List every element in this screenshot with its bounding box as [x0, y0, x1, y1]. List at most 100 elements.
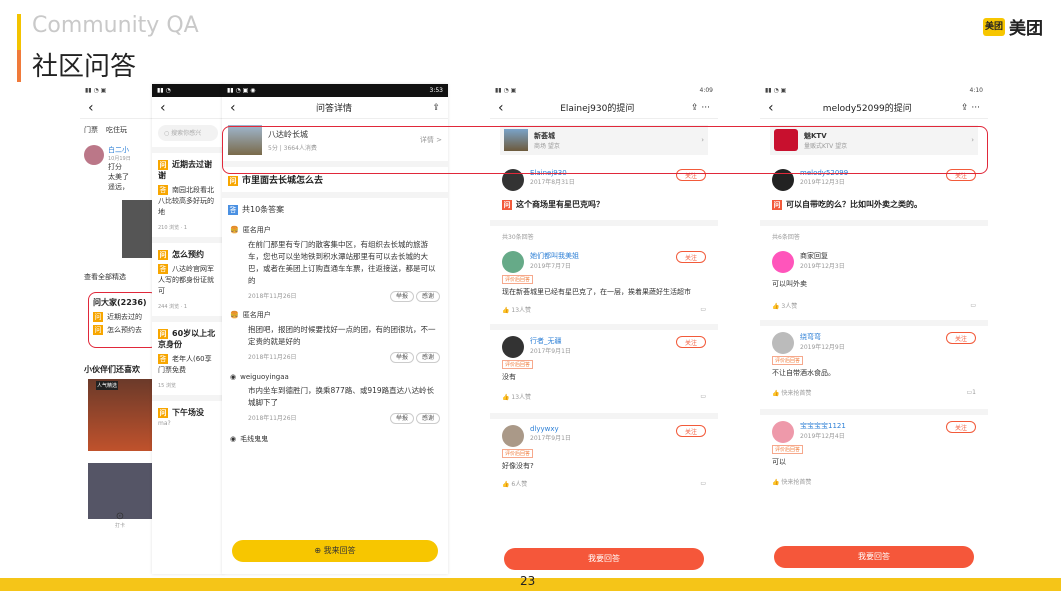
tab-tickets[interactable]: 门票: [84, 125, 98, 135]
answer-date: 2019年12月9日: [800, 344, 845, 351]
follow-button[interactable]: 关注: [945, 169, 976, 181]
edit-icon: ⊕: [314, 546, 322, 555]
list-item[interactable]: 问 60岁以上北京身份 答老年人(60享门票免费 15 浏览: [152, 322, 224, 395]
answer-user[interactable]: 行者_无疆: [530, 336, 670, 346]
recommend-photo[interactable]: 人气精选: [88, 379, 158, 451]
qa-item[interactable]: 近期去过的: [107, 313, 142, 321]
answer-count: 共6条回答: [772, 234, 800, 241]
answer-button[interactable]: ⊕ 我来回答: [232, 540, 438, 562]
follow-button[interactable]: 关注: [675, 336, 706, 348]
review-text-2: 太美了: [108, 173, 129, 181]
shop-card[interactable]: 新荟城 商场 望京 ›: [500, 125, 708, 155]
avatar[interactable]: [772, 332, 794, 354]
avatar[interactable]: [772, 421, 794, 443]
qa-item[interactable]: 怎么预约去: [107, 326, 142, 334]
follow-button[interactable]: 关注: [675, 425, 706, 437]
answer-user[interactable]: weiguoyingaa: [240, 373, 289, 381]
review-user[interactable]: 白二小: [108, 145, 131, 155]
like-icon[interactable]: 👍: [772, 303, 779, 310]
thanks-button[interactable]: 感谢: [415, 352, 440, 363]
place-card[interactable]: 八达岭长城 5分 | 3664人消费 详情 >: [222, 119, 448, 161]
answer-count: 共10条答案: [242, 205, 285, 214]
qa-highlight-box[interactable]: 问大家(2236) 问近期去过的 问怎么预约去: [88, 292, 158, 348]
report-button[interactable]: 举报: [390, 413, 415, 424]
like-icon[interactable]: 👍: [772, 479, 779, 486]
answer-user[interactable]: 她们都叫我美姐: [530, 251, 670, 261]
follow-button[interactable]: 关注: [945, 421, 976, 433]
like-icon[interactable]: 👍: [502, 307, 509, 314]
answer-icon: 答: [228, 204, 238, 215]
shop-card[interactable]: 魅KTV 量贩式KTV 望京 ›: [770, 125, 978, 155]
avatar[interactable]: [502, 336, 524, 358]
status-time: 4:10: [969, 87, 983, 94]
answer-text: 没有: [502, 373, 516, 381]
answer-user[interactable]: dlyywxy: [530, 425, 670, 433]
back-icon[interactable]: ‹: [230, 100, 236, 116]
share-icon[interactable]: ⇪: [432, 103, 440, 113]
search-input[interactable]: ○ 搜索你感兴: [158, 125, 218, 141]
shop-name: 魅KTV: [804, 131, 827, 140]
answer-user[interactable]: 宝宝宝宝1121: [800, 421, 940, 431]
see-all-link[interactable]: 查看全部精选: [80, 258, 160, 286]
answer-text: 市内坐车到德胜门，换乘877路、或919路直达八达岭长城脚下了: [248, 386, 435, 407]
avatar[interactable]: [772, 251, 794, 273]
thanks-button[interactable]: 感谢: [415, 291, 440, 302]
answer-item: 行者_无疆 2017年9月1日 关注 评价后回答 没有 👍 13人赞 ▭: [490, 330, 718, 407]
answer-button[interactable]: 我要回答: [774, 546, 974, 568]
follow-button[interactable]: 关注: [675, 169, 706, 181]
back-icon[interactable]: ‹: [498, 100, 504, 116]
like-icon[interactable]: 👍: [772, 390, 779, 397]
avatar[interactable]: [772, 169, 794, 191]
follow-button[interactable]: 关注: [945, 332, 976, 344]
avatar[interactable]: [502, 251, 524, 273]
share-icon[interactable]: ⇪: [691, 103, 699, 113]
share-icon[interactable]: ⇪: [961, 103, 969, 113]
avatar[interactable]: [502, 425, 524, 447]
brand-logo: 美团 美团: [983, 14, 1043, 39]
back-icon[interactable]: ‹: [768, 100, 774, 116]
answer-user[interactable]: 毛线鬼鬼: [240, 434, 268, 444]
list-item[interactable]: 问下午场没 ma?: [152, 401, 224, 433]
comment-icon[interactable]: ▭: [700, 480, 706, 487]
like-count: 13人赞: [511, 307, 532, 314]
comment-icon[interactable]: ▭: [700, 393, 706, 400]
list-item[interactable]: 问怎么预约 答八达岭官网军人写的都身份证就可 244 浏览 · 1: [152, 243, 224, 316]
place-detail-link[interactable]: 详情 >: [420, 135, 442, 145]
back-icon[interactable]: ‹: [160, 100, 166, 116]
list-item[interactable]: 问近期去过谢谢 答南园北段看北八比较高多好玩的地 210 浏览 · 1: [152, 153, 224, 237]
more-icon[interactable]: ···: [971, 103, 980, 113]
like-icon[interactable]: 👍: [502, 394, 509, 401]
more-icon[interactable]: ···: [701, 103, 710, 113]
answer-tag: 评价后回答: [502, 360, 534, 369]
avatar[interactable]: [502, 169, 524, 191]
answer-text: 可以叫外卖: [772, 280, 807, 288]
comment-icon[interactable]: ▭: [970, 302, 976, 309]
thanks-button[interactable]: 感谢: [415, 413, 440, 424]
question-icon: 问: [772, 199, 782, 210]
answer-user[interactable]: 绕弯弯: [800, 332, 940, 342]
answer-user[interactable]: 匿名用户: [243, 225, 271, 235]
asker-date: 2017年8月31日: [530, 179, 575, 186]
answer-item: 她们都叫我美姐 2019年7月7日 关注 评价后回答 现在新荟城里已经有星巴克了，…: [490, 247, 718, 318]
answer-button[interactable]: 我要回答: [504, 548, 704, 570]
follow-button[interactable]: 关注: [675, 251, 706, 263]
back-icon[interactable]: ‹: [88, 100, 94, 116]
answer-user[interactable]: 匿名用户: [243, 310, 271, 320]
location-icon[interactable]: ⊙: [80, 511, 160, 522]
answer-text: 在前门那里有专门的散客集中区，有组织去长城的旅游车，您也可以坐地铁到积水潭站那里…: [248, 240, 436, 285]
report-button[interactable]: 举报: [390, 352, 415, 363]
report-button[interactable]: 举报: [390, 291, 415, 302]
like-icon[interactable]: 👍: [502, 481, 509, 488]
comment-icon[interactable]: ▭: [700, 306, 706, 313]
tab-food[interactable]: 吃住玩: [106, 125, 127, 135]
shop-thumbnail: [504, 129, 528, 151]
asker-name[interactable]: melody52099: [800, 169, 940, 177]
answer-icon: 答: [158, 354, 168, 364]
answer-item: ◉ weiguoyingaa 市内坐车到德胜门，换乘877路、或919路直达八达岭…: [222, 367, 448, 428]
answer-user[interactable]: 商家回复: [800, 251, 976, 261]
review-photo[interactable]: [122, 200, 156, 258]
place-meta: 5分 | 3664人消费: [268, 144, 317, 152]
asker-name[interactable]: Elainej930: [530, 169, 670, 177]
answer-date: 2018年11月26日: [248, 354, 297, 361]
like-count: 3人赞: [781, 303, 798, 310]
